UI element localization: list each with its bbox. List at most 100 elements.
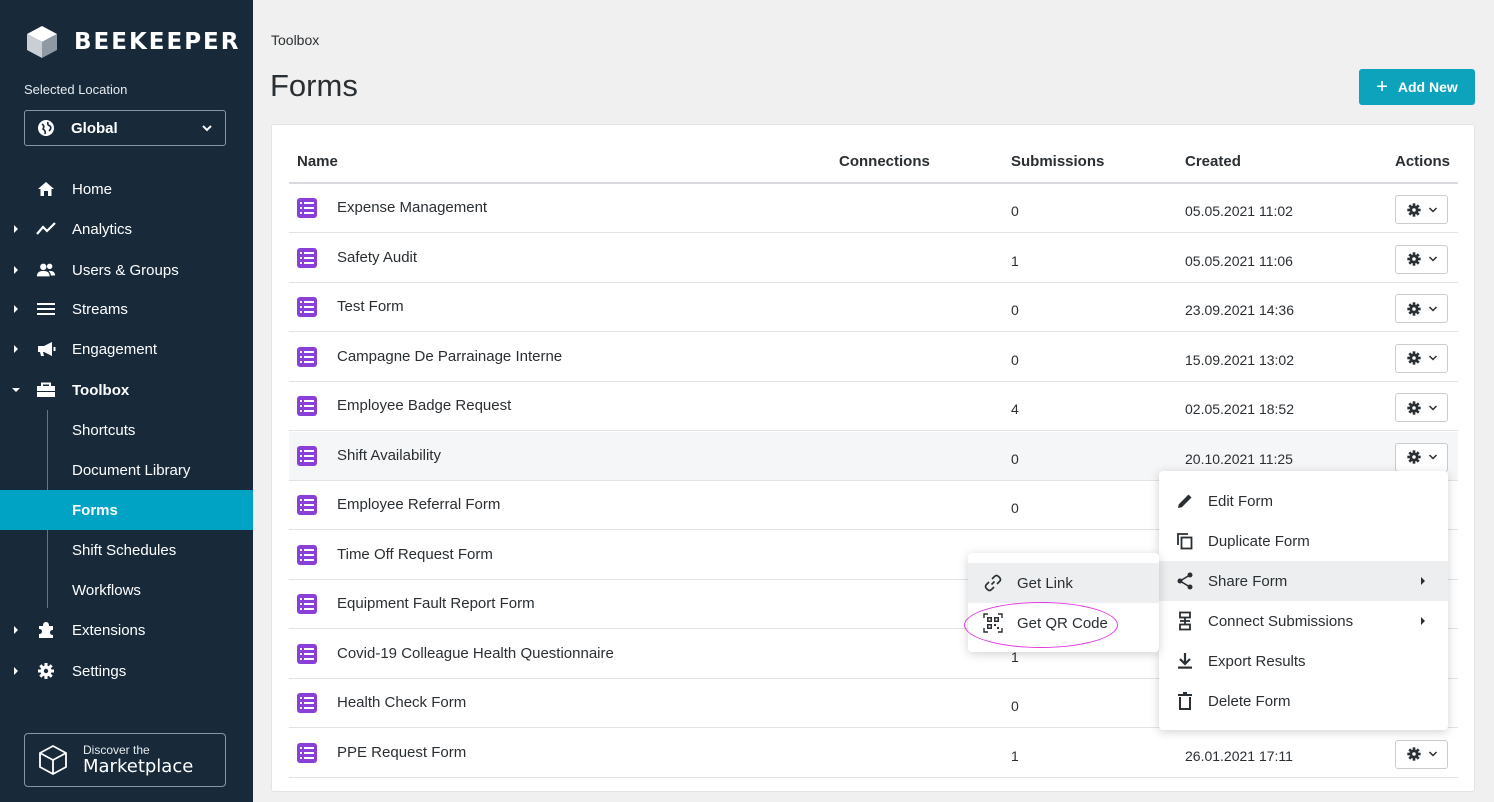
- actions-dropdown-button[interactable]: [1395, 442, 1448, 472]
- table-row[interactable]: PPE Request Form 1 26.01.2021 17:11: [289, 729, 1458, 778]
- breadcrumb[interactable]: Toolbox: [271, 32, 319, 48]
- form-name[interactable]: Time Off Request Form: [337, 546, 493, 563]
- actions-dropdown-button[interactable]: [1395, 244, 1448, 274]
- form-list-icon: [297, 544, 317, 565]
- nav-document-library[interactable]: Document Library: [0, 450, 253, 490]
- streams-icon: [36, 299, 56, 319]
- share-form-label: Share Form: [1208, 572, 1288, 590]
- gear-icon: [1406, 747, 1421, 761]
- form-name[interactable]: Test Form: [337, 298, 404, 315]
- nav-shift-schedules[interactable]: Shift Schedules: [0, 530, 253, 570]
- form-submissions: 0: [1011, 302, 1019, 318]
- form-created: 05.05.2021 11:06: [1185, 252, 1293, 269]
- form-submissions: 1: [1011, 747, 1019, 764]
- gear-icon: [1406, 202, 1421, 217]
- nav-document-library-label: Document Library: [72, 461, 191, 479]
- form-name[interactable]: PPE Request Form: [337, 744, 466, 761]
- nav-engagement[interactable]: Engagement: [0, 329, 253, 369]
- form-name[interactable]: Equipment Fault Report Form: [337, 595, 535, 612]
- actions-dropdown-button[interactable]: [1395, 739, 1448, 769]
- table-row[interactable]: Expense Management 0 05.05.2021 11:02: [289, 184, 1458, 233]
- chevron-down-icon: [1428, 454, 1437, 460]
- nav-streams-label: Streams: [72, 300, 128, 318]
- form-name[interactable]: Covid-19 Colleague Health Questionnaire: [337, 645, 614, 662]
- nav-home[interactable]: Home: [0, 169, 253, 209]
- form-submissions: 4: [1011, 401, 1019, 417]
- trash-icon: [1175, 691, 1195, 711]
- megaphone-icon: [36, 339, 56, 359]
- actions-dropdown-button[interactable]: [1395, 393, 1448, 422]
- nav-home-label: Home: [72, 180, 113, 198]
- nav-toolbox[interactable]: Toolbox: [0, 370, 253, 410]
- globe-icon: [38, 120, 54, 136]
- form-created: 26.01.2021 17:11: [1185, 747, 1293, 764]
- edit-form-label: Edit Form: [1208, 492, 1274, 510]
- form-submissions: 1: [1011, 252, 1019, 269]
- nav-forms[interactable]: Forms: [0, 490, 253, 530]
- export-results-label: Export Results: [1208, 652, 1306, 670]
- table-row[interactable]: Test Form 0 23.09.2021 14:36: [289, 283, 1458, 332]
- location-select[interactable]: Global: [24, 110, 226, 146]
- actions-dropdown-button[interactable]: [1395, 294, 1448, 323]
- brand-name: BEEKEEPER: [74, 29, 241, 55]
- form-submissions: 0: [1011, 351, 1019, 368]
- nav-forms-label: Forms: [72, 501, 118, 519]
- delete-form-item[interactable]: Delete Form: [1159, 681, 1448, 721]
- duplicate-form-item[interactable]: Duplicate Form: [1159, 521, 1448, 561]
- actions-dropdown-button[interactable]: [1395, 195, 1448, 224]
- sidebar: BEEKEEPER Selected Location Global Home …: [0, 0, 253, 802]
- form-list-icon: [297, 247, 317, 268]
- marketplace-button[interactable]: Discover the Marketplace: [24, 733, 226, 787]
- pencil-icon: [1175, 491, 1195, 511]
- caret-right-icon: [14, 266, 18, 274]
- caret-down-icon: [12, 388, 20, 392]
- gear-icon: [1406, 400, 1421, 415]
- nav-engagement-label: Engagement: [72, 340, 158, 358]
- nav-users-groups[interactable]: Users & Groups: [0, 250, 253, 290]
- add-new-button[interactable]: + Add New: [1359, 69, 1475, 105]
- form-list-icon: [297, 198, 317, 218]
- brand[interactable]: BEEKEEPER: [24, 24, 240, 60]
- marketplace-line2: Marketplace: [83, 755, 194, 777]
- col-connections: Connections: [839, 153, 930, 170]
- form-created: 02.05.2021 18:52: [1185, 401, 1294, 417]
- share-form-item[interactable]: Share Form: [1159, 561, 1448, 601]
- nav-streams[interactable]: Streams: [0, 289, 253, 329]
- form-name[interactable]: Employee Referral Form: [337, 496, 500, 513]
- form-list-icon: [297, 297, 317, 317]
- chevron-down-icon: [1428, 404, 1437, 411]
- form-created: 15.09.2021 13:02: [1185, 351, 1294, 368]
- nav-toolbox-label: Toolbox: [72, 381, 130, 399]
- export-results-item[interactable]: Export Results: [1159, 641, 1448, 681]
- chevron-down-icon: [1428, 256, 1437, 262]
- form-list-icon: [297, 643, 317, 664]
- form-name[interactable]: Shift Availability: [337, 447, 441, 464]
- nav-analytics[interactable]: Analytics: [0, 209, 253, 249]
- get-link-item[interactable]: Get Link: [968, 563, 1159, 603]
- form-name[interactable]: Employee Badge Request: [337, 397, 511, 414]
- connect-submissions-label: Connect Submissions: [1208, 612, 1354, 630]
- col-name: Name: [297, 153, 338, 170]
- nav-settings-label: Settings: [72, 662, 127, 680]
- nav-extensions[interactable]: Extensions: [0, 610, 253, 650]
- edit-form-item[interactable]: Edit Form: [1159, 481, 1448, 521]
- users-icon: [36, 260, 56, 280]
- form-name[interactable]: Expense Management: [337, 199, 487, 216]
- table-row[interactable]: Campagne De Parrainage Interne 0 15.09.202…: [289, 333, 1458, 382]
- table-row[interactable]: Safety Audit 1 05.05.2021 11:06: [289, 234, 1458, 283]
- actions-dropdown-button[interactable]: [1395, 343, 1448, 373]
- chevron-down-icon: [202, 125, 212, 132]
- connect-submissions-item[interactable]: Connect Submissions: [1159, 601, 1448, 641]
- form-name[interactable]: Campagne De Parrainage Interne: [337, 348, 562, 365]
- table-row[interactable]: Employee Badge Request 4 02.05.2021 18:52: [289, 382, 1458, 431]
- nav-settings[interactable]: Settings: [0, 651, 253, 691]
- form-created: 23.09.2021 14:36: [1185, 302, 1294, 318]
- form-name[interactable]: Health Check Form: [337, 694, 466, 711]
- nav-shortcuts[interactable]: Shortcuts: [0, 410, 253, 450]
- form-list-icon: [297, 445, 317, 466]
- location-value: Global: [71, 119, 118, 137]
- form-name[interactable]: Safety Audit: [337, 249, 417, 266]
- nav-extensions-label: Extensions: [72, 621, 146, 639]
- nav-workflows[interactable]: Workflows: [0, 570, 253, 610]
- nav-workflows-label: Workflows: [72, 581, 141, 599]
